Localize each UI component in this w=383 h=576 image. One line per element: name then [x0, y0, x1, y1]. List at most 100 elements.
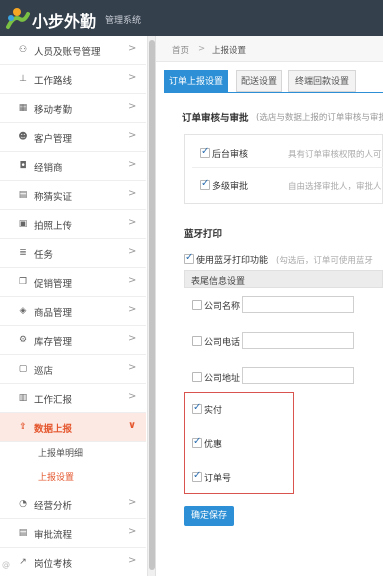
analysis-icon: ◔ — [19, 499, 27, 509]
sidebar-item-label: 称猜实证 — [34, 192, 73, 203]
paid-checkbox[interactable] — [192, 402, 202, 414]
sidebar-item-label: 促销管理 — [34, 279, 73, 290]
sidebar-item-label: 巡店 — [34, 366, 54, 377]
company-name-input[interactable] — [242, 296, 354, 313]
sidebar-item-upload[interactable]: ⇪ 数据上报 ∨ — [0, 413, 146, 442]
photo-icon: ▣ — [18, 219, 28, 229]
order-number-checkbox[interactable] — [192, 470, 202, 482]
sidebar-item-org[interactable]: ⚇ 人员及账号管理 > — [0, 36, 146, 65]
org-icon: ⚇ — [18, 45, 28, 55]
sidebar-item-assess[interactable]: ↗ 岗位考核 > — [0, 548, 146, 576]
sidebar-item-report[interactable]: ▥ 工作汇报 > — [0, 384, 146, 413]
sidebar-item-analysis[interactable]: ◔ 经营分析 > — [0, 490, 146, 519]
chevron-right-icon: > — [128, 391, 137, 402]
chevron-right-icon: > — [128, 159, 137, 170]
task-icon: ≣ — [19, 248, 27, 258]
sidebar-item-label: 拍照上传 — [34, 221, 73, 232]
chevron-right-icon: > — [128, 362, 137, 373]
save-button[interactable]: 确定保存 — [184, 506, 234, 526]
company-phone-label: 公司电话 — [204, 338, 241, 348]
sidebar-item-label: 审批流程 — [34, 530, 73, 541]
audit-section-description: (选店与数据上报的订单审核与审批 — [256, 113, 383, 123]
sidebar-item-label: 库存管理 — [34, 337, 73, 348]
sidebar-scrollbar-thumb[interactable] — [149, 40, 155, 570]
chevron-right-icon: > — [128, 130, 137, 141]
company-phone-input[interactable] — [242, 332, 354, 349]
breadcrumb-separator: > — [198, 44, 206, 54]
sidebar-item-label: 数据上报 — [34, 424, 73, 435]
calendar-icon: ▦ — [18, 103, 28, 113]
sidebar-item-label: 岗位考核 — [34, 559, 73, 570]
chevron-right-icon: > — [128, 497, 137, 508]
audit-options-box — [184, 134, 383, 204]
discount-checkbox[interactable] — [192, 436, 202, 448]
discount-label: 优惠 — [204, 440, 223, 450]
sidebar-item-label: 商品管理 — [34, 308, 73, 319]
sidebar-item-task[interactable]: ≣ 任务 > — [0, 239, 146, 268]
tab-terminal-payment-settings[interactable]: 终端回款设置 — [288, 70, 356, 92]
dealer-icon: ◘ — [19, 161, 27, 171]
app-logo-subtitle: 管理系统 — [105, 16, 142, 26]
company-address-label: 公司地址 — [204, 374, 241, 384]
sidebar-item-promo[interactable]: ❐ 促销管理 > — [0, 268, 146, 297]
chevron-right-icon: > — [128, 555, 137, 566]
sidebar-subitem-report-settings[interactable]: 上报设置 — [38, 470, 74, 483]
sidebar-item-store[interactable]: ▢ 巡店 > — [0, 355, 146, 384]
chevron-right-icon: > — [128, 101, 137, 112]
backend-audit-checkbox[interactable] — [200, 146, 210, 158]
multi-approval-label: 多级审批 — [212, 182, 249, 192]
tab-delivery-settings[interactable]: 配送设置 — [236, 70, 282, 92]
sidebar-item-approval[interactable]: ▤ 审批流程 > — [0, 519, 146, 548]
bluetooth-section-title: 蓝牙打印 — [184, 229, 223, 240]
chevron-right-icon: > — [128, 304, 137, 315]
sidebar-item-calendar[interactable]: ▦ 移动考勤 > — [0, 94, 146, 123]
backend-audit-hint: 具有订单审核权限的人可 — [288, 150, 382, 160]
company-phone-checkbox[interactable] — [192, 336, 202, 346]
sidebar-item-customer[interactable]: ☻ 客户管理 > — [0, 123, 146, 152]
backend-audit-label: 后台审核 — [212, 150, 249, 160]
sidebar-item-label: 任务 — [34, 250, 54, 261]
sidebar-item-label: 客户管理 — [34, 134, 73, 145]
upload-icon: ⇪ — [19, 422, 27, 432]
tail-info-header: 表尾信息设置 — [184, 270, 383, 288]
tab-order-report-settings[interactable]: 订单上报设置 — [164, 70, 228, 92]
audit-divider — [192, 167, 383, 168]
sidebar-item-photo[interactable]: ▣ 拍照上传 > — [0, 210, 146, 239]
sidebar-item-pin[interactable]: ⊥ 工作路线 > — [0, 65, 146, 94]
bluetooth-print-checkbox[interactable] — [184, 252, 194, 264]
app-logo-text: 小步外勤 — [32, 12, 97, 31]
company-name-checkbox[interactable] — [192, 300, 202, 310]
chevron-right-icon: > — [128, 188, 137, 199]
sidebar-item-label: 工作汇报 — [34, 395, 73, 406]
multi-approval-checkbox[interactable] — [200, 178, 210, 190]
chevron-right-icon: > — [128, 333, 137, 344]
company-address-input[interactable] — [242, 367, 354, 384]
chevron-right-icon: > — [128, 72, 137, 83]
top-bar: 小步外勤 管理系统 — [0, 0, 383, 36]
chevron-right-icon: > — [128, 217, 137, 228]
sidebar-item-product[interactable]: ◈ 商品管理 > — [0, 297, 146, 326]
tab-underline — [164, 92, 383, 93]
sidebar-item-label: 人员及账号管理 — [34, 47, 101, 58]
doc-icon: ▤ — [18, 190, 28, 200]
sidebar-item-stock[interactable]: ⚙ 库存管理 > — [0, 326, 146, 355]
company-address-checkbox[interactable] — [192, 372, 202, 382]
audit-section-title: 订单审核与审批 — [182, 113, 249, 124]
sidebar-item-dealer[interactable]: ◘ 经销商 > — [0, 152, 146, 181]
sidebar-item-label: 经销商 — [34, 163, 63, 174]
logo-icon — [6, 8, 30, 29]
store-icon: ▢ — [18, 364, 28, 374]
chevron-right-icon: > — [128, 275, 137, 286]
customer-icon: ☻ — [18, 132, 28, 142]
breadcrumb: 首页 > 上报设置 — [156, 36, 383, 62]
sidebar-item-label: 移动考勤 — [34, 105, 73, 116]
paid-label: 实付 — [204, 406, 223, 416]
sidebar-item-label: 经营分析 — [34, 501, 73, 512]
company-name-label: 公司名称 — [204, 302, 241, 312]
order-number-label: 订单号 — [204, 474, 232, 484]
stock-icon: ⚙ — [18, 335, 28, 345]
report-icon: ▥ — [18, 393, 28, 403]
sidebar-item-doc[interactable]: ▤ 称猜实证 > — [0, 181, 146, 210]
sidebar-subitem-report-details[interactable]: 上报单明细 — [38, 446, 83, 459]
breadcrumb-home[interactable]: 首页 — [172, 44, 189, 56]
